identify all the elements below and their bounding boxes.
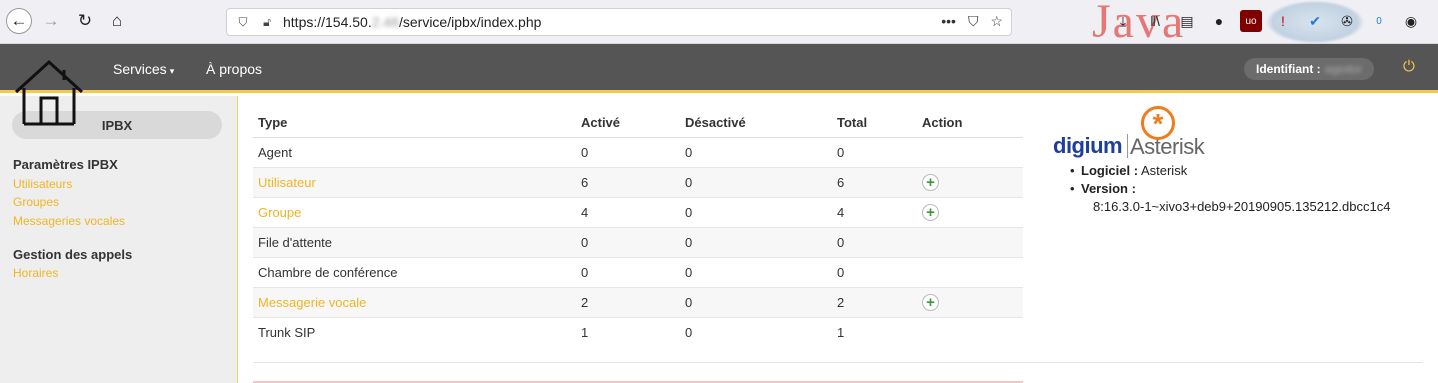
row-type[interactable]: Utilisateur bbox=[253, 166, 576, 197]
shield-icon[interactable]: ⛉ bbox=[235, 14, 251, 30]
table-row: File d'attente 0 0 0 bbox=[253, 226, 1023, 257]
bookmark-star-icon[interactable]: ☆ bbox=[990, 13, 1003, 30]
caret-down-icon: ▾ bbox=[169, 66, 175, 76]
sidebar-link-messageries[interactable]: Messageries vocales bbox=[13, 214, 125, 228]
row-total: 1 bbox=[832, 316, 917, 347]
row-total: 2 bbox=[832, 286, 917, 317]
table-row: Trunk SIP 1 0 1 bbox=[253, 316, 1023, 347]
user-value-blurred: agedor bbox=[1324, 62, 1363, 76]
extension-alert-icon[interactable]: ! bbox=[1272, 10, 1294, 32]
row-type: Chambre de conférence bbox=[253, 256, 576, 287]
row-total: 0 bbox=[832, 136, 917, 167]
extension-film-icon[interactable]: ✇ bbox=[1336, 10, 1358, 32]
reader-view-icon[interactable]: ▤ bbox=[1176, 10, 1198, 32]
browser-toolbar: ← → ↻ ⌂ ⛉ 🔓︎ https://154.50.2.46/service… bbox=[0, 0, 1438, 46]
header-disabled: Désactivé bbox=[680, 108, 832, 138]
software-info-list: Logiciel : Asterisk Version : bbox=[1070, 162, 1187, 198]
row-disabled: 0 bbox=[680, 226, 832, 257]
content-divider bbox=[253, 362, 1423, 363]
url-text[interactable]: https://154.50.2.46/service/ipbx/index.p… bbox=[283, 14, 541, 30]
forward-arrow-icon[interactable]: → bbox=[38, 8, 64, 34]
logo-divider bbox=[1127, 134, 1128, 158]
add-plus-icon[interactable]: + bbox=[922, 173, 939, 191]
page-actions-icon[interactable]: ••• bbox=[941, 13, 956, 30]
extension-check-icon[interactable]: ✔ bbox=[1304, 10, 1326, 32]
menu-hamburger-icon[interactable]: ≡ bbox=[1432, 10, 1438, 32]
row-type: Trunk SIP bbox=[253, 316, 576, 347]
back-arrow-icon[interactable]: ← bbox=[6, 8, 32, 34]
table-row: Messagerie vocale 2 0 2 + bbox=[253, 286, 1023, 317]
extension-balls-icon[interactable]: ● bbox=[1208, 10, 1230, 32]
add-plus-icon[interactable]: + bbox=[922, 293, 939, 311]
version-item: Version : bbox=[1070, 180, 1187, 198]
row-disabled: 0 bbox=[680, 286, 832, 317]
home-logo-icon[interactable] bbox=[14, 58, 84, 126]
row-action: + bbox=[917, 166, 1023, 197]
row-active: 4 bbox=[576, 196, 680, 227]
row-action bbox=[917, 316, 1023, 347]
row-action bbox=[917, 136, 1023, 167]
row-type[interactable]: Messagerie vocale bbox=[253, 286, 576, 317]
reload-icon[interactable]: ↻ bbox=[72, 8, 98, 34]
header-active: Activé bbox=[576, 108, 680, 138]
row-action bbox=[917, 226, 1023, 257]
insecure-lock-icon[interactable]: 🔓︎ bbox=[259, 14, 275, 30]
sidebar-section-parametres: Paramètres IPBX bbox=[13, 157, 118, 172]
row-active: 0 bbox=[576, 226, 680, 257]
version-value: 8:16.3.0-1~xivo3+deb9+20190905.135212.db… bbox=[1093, 199, 1391, 214]
digium-logo: digium bbox=[1053, 133, 1123, 158]
apropos-menu[interactable]: À propos bbox=[206, 61, 262, 77]
row-total: 4 bbox=[832, 196, 917, 227]
power-logout-icon[interactable]: ⏻ bbox=[1403, 58, 1415, 75]
sidebar-section-gestion: Gestion des appels bbox=[13, 247, 133, 262]
row-disabled: 0 bbox=[680, 256, 832, 287]
asterisk-logo-word: Asterisk bbox=[1130, 134, 1205, 159]
row-active: 6 bbox=[576, 166, 680, 197]
header-total: Total bbox=[832, 108, 917, 138]
home-icon[interactable]: ⌂ bbox=[104, 8, 130, 34]
software-item: Logiciel : Asterisk bbox=[1070, 162, 1187, 180]
row-action bbox=[917, 256, 1023, 287]
header-action: Action bbox=[917, 108, 1023, 138]
pocket-icon[interactable]: ⛉ bbox=[968, 13, 979, 30]
url-blurred-part: 2.46 bbox=[371, 14, 399, 30]
row-disabled: 0 bbox=[680, 196, 832, 227]
row-disabled: 0 bbox=[680, 136, 832, 167]
row-type: Agent bbox=[253, 136, 576, 167]
sidebar-link-groupes[interactable]: Groupes bbox=[13, 195, 59, 209]
row-type: File d'attente bbox=[253, 226, 576, 257]
row-disabled: 0 bbox=[680, 166, 832, 197]
row-disabled: 0 bbox=[680, 316, 832, 347]
row-action: + bbox=[917, 286, 1023, 317]
app-header: Services ▾ À propos Identifiant : agedor ⏻ bbox=[0, 44, 1438, 93]
table-row: Agent 0 0 0 bbox=[253, 136, 1023, 167]
row-active: 0 bbox=[576, 256, 680, 287]
add-plus-icon[interactable]: + bbox=[922, 203, 939, 221]
row-active: 0 bbox=[576, 136, 680, 167]
row-total: 0 bbox=[832, 256, 917, 287]
row-total: 0 bbox=[832, 226, 917, 257]
services-menu[interactable]: Services ▾ bbox=[113, 61, 174, 77]
table-row: Utilisateur 6 0 6 + bbox=[253, 166, 1023, 197]
header-type: Type bbox=[253, 108, 576, 138]
table-row: Chambre de conférence 0 0 0 bbox=[253, 256, 1023, 287]
library-icon[interactable]: ‖\ bbox=[1144, 10, 1166, 32]
sidebar-link-horaires[interactable]: Horaires bbox=[13, 266, 58, 280]
ublock-icon[interactable]: uo bbox=[1240, 10, 1262, 32]
download-icon[interactable]: ⤓ bbox=[1112, 10, 1134, 32]
table-row: Groupe 4 0 4 + bbox=[253, 196, 1023, 227]
user-badge: Identifiant : agedor bbox=[1244, 58, 1375, 80]
extension-badge-icon[interactable]: 0 bbox=[1368, 10, 1390, 32]
summary-table: Type Activé Désactivé Total Action Agent… bbox=[253, 108, 1023, 347]
row-active: 2 bbox=[576, 286, 680, 317]
row-action: + bbox=[917, 196, 1023, 227]
row-total: 6 bbox=[832, 166, 917, 197]
account-icon[interactable]: ◉ bbox=[1400, 10, 1422, 32]
sidebar-link-utilisateurs[interactable]: Utilisateurs bbox=[13, 177, 72, 191]
url-bar[interactable]: ⛉ 🔓︎ https://154.50.2.46/service/ipbx/in… bbox=[226, 8, 1012, 36]
row-active: 1 bbox=[576, 316, 680, 347]
sidebar: IPBX Paramètres IPBX Utilisateurs Groupe… bbox=[0, 96, 238, 383]
table-header-row: Type Activé Désactivé Total Action bbox=[253, 108, 1023, 138]
row-type[interactable]: Groupe bbox=[253, 196, 576, 227]
